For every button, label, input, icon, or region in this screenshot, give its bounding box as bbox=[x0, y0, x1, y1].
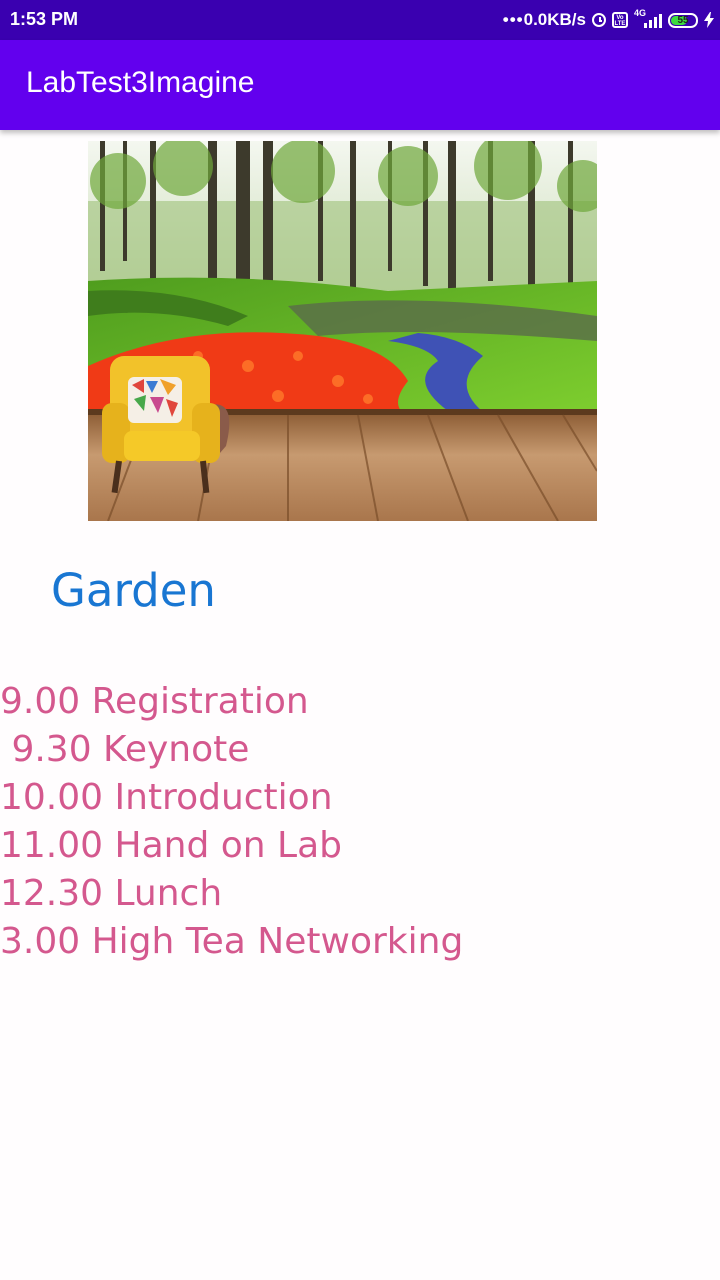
schedule-item: 3.00 High Tea Networking bbox=[0, 921, 464, 962]
status-bar: 1:53 PM •••0.0KB/s Vo LTE 4G 55 bbox=[0, 0, 720, 40]
battery-icon: 55 bbox=[668, 12, 698, 28]
charging-icon bbox=[704, 12, 714, 28]
schedule-item: 10.00 Introduction bbox=[0, 777, 333, 818]
schedule-item: 9.30 Keynote bbox=[0, 729, 250, 770]
signal-icon: 4G bbox=[634, 8, 662, 28]
schedule-item: 12.30 Lunch bbox=[0, 873, 223, 914]
status-time: 1:53 PM bbox=[10, 9, 79, 29]
garden-image bbox=[88, 141, 597, 521]
app-bar: LabTest3Imagine bbox=[0, 40, 720, 130]
page-heading: Garden bbox=[51, 564, 216, 617]
alarm-icon bbox=[592, 13, 606, 27]
status-icons: •••0.0KB/s Vo LTE 4G 55 bbox=[503, 8, 714, 32]
volte-icon: Vo LTE bbox=[612, 12, 628, 28]
schedule-list: 9.00 Registration 9.30 Keynote 10.00 Int… bbox=[0, 678, 463, 966]
app-title: LabTest3Imagine bbox=[26, 66, 255, 99]
network-type: 4G bbox=[634, 8, 647, 18]
battery-level: 55 bbox=[677, 14, 689, 26]
schedule-item: 9.00 Registration bbox=[0, 681, 309, 722]
net-speed: •••0.0KB/s bbox=[502, 10, 586, 29]
schedule-item: 11.00 Hand on Lab bbox=[0, 825, 342, 866]
